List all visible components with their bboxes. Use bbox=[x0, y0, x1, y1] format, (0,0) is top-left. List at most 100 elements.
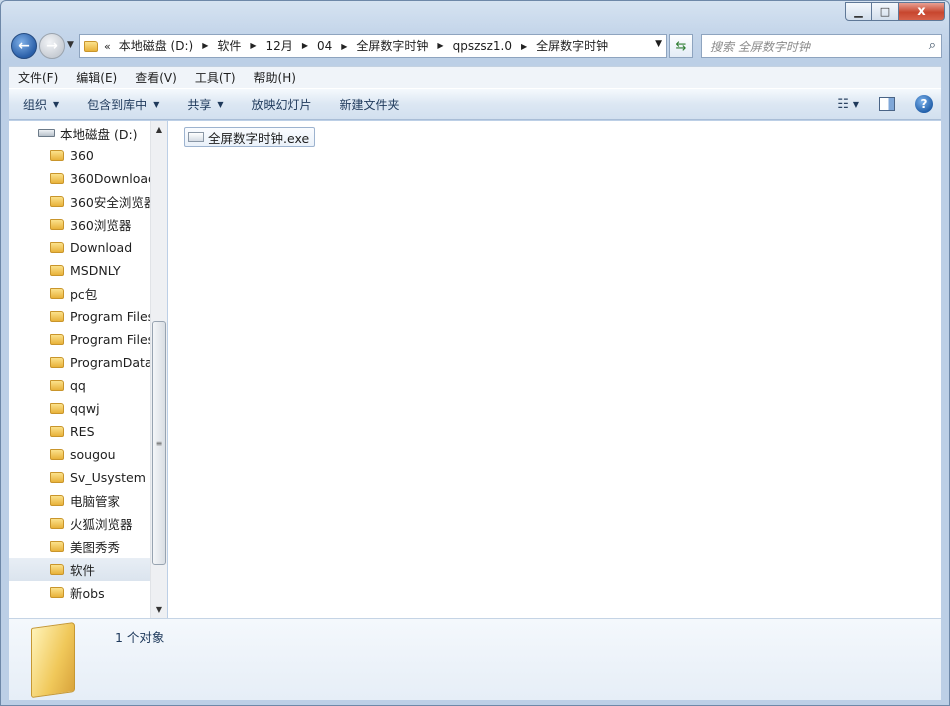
menu-help[interactable]: 帮助(H) bbox=[245, 69, 305, 86]
breadcrumb-separator-icon[interactable]: ▶ bbox=[434, 41, 446, 50]
tree-item-folder[interactable]: 360浏览器 bbox=[9, 213, 150, 236]
tree-item-folder[interactable]: qq bbox=[9, 374, 150, 397]
menu-bar: 文件(F) 编辑(E) 查看(V) 工具(T) 帮助(H) bbox=[9, 66, 941, 88]
scroll-down-icon[interactable]: ▼ bbox=[151, 601, 167, 618]
tree-item-label: 电脑管家 bbox=[70, 494, 121, 509]
tree-item-drive-d[interactable]: 本地磁盘 (D:) bbox=[9, 122, 150, 144]
search-placeholder: 搜索 全屏数字时钟 bbox=[710, 39, 810, 54]
tree-item-folder[interactable]: pc包 bbox=[9, 282, 150, 305]
breadcrumb-label: 本地磁盘 (D:) bbox=[118, 39, 194, 54]
breadcrumb-separator-icon[interactable]: ▶ bbox=[338, 42, 350, 51]
breadcrumb-label: 全屏数字时钟 bbox=[356, 39, 429, 54]
tree-item-folder[interactable]: Sv_Usystem bbox=[9, 466, 150, 489]
back-button[interactable]: ← bbox=[11, 33, 37, 59]
tree-item-folder[interactable]: Program Files bbox=[9, 305, 150, 328]
new-folder-button[interactable]: 新建文件夹 bbox=[326, 96, 414, 113]
folder-icon bbox=[50, 311, 64, 322]
address-dropdown-icon[interactable]: ▼ bbox=[655, 39, 662, 49]
tree-item-label: 本地磁盘 (D:) bbox=[60, 126, 138, 142]
menu-view[interactable]: 查看(V) bbox=[126, 69, 186, 86]
address-bar[interactable]: « 本地磁盘 (D:) ▶ 软件 ▶ 12月 ▶ 04 ▶ 全屏数字时钟 ▶ qpszsz1.0 ▶ 全… bbox=[79, 34, 667, 58]
folder-icon bbox=[50, 426, 64, 437]
tree-item-folder[interactable]: 360 bbox=[9, 144, 150, 167]
menu-tools[interactable]: 工具(T) bbox=[186, 69, 245, 86]
help-icon[interactable]: ? bbox=[915, 95, 933, 113]
tree-item-label: 软件 bbox=[70, 563, 96, 578]
folder-icon bbox=[50, 449, 64, 460]
tree-item-folder[interactable]: sougou bbox=[9, 443, 150, 466]
breadcrumb-item[interactable]: 12月 ▶ bbox=[260, 35, 311, 57]
tree-item-folder[interactable]: qqwj bbox=[9, 397, 150, 420]
breadcrumb-item[interactable]: 全屏数字时钟 bbox=[530, 35, 614, 57]
folder-icon bbox=[31, 621, 75, 699]
folder-icon bbox=[50, 265, 64, 276]
breadcrumb-separator-icon[interactable]: ▶ bbox=[299, 41, 311, 50]
menu-edit[interactable]: 编辑(E) bbox=[67, 69, 126, 86]
address-overflow[interactable]: « bbox=[98, 40, 113, 53]
tree-item-label: Program Files bbox=[70, 332, 150, 347]
breadcrumb-item[interactable]: 04 ▶ bbox=[311, 35, 350, 57]
organize-button[interactable]: 组织 ▼ bbox=[9, 96, 73, 113]
preview-pane-icon[interactable] bbox=[879, 97, 895, 111]
tree-item-folder[interactable]: 新obs bbox=[9, 581, 150, 604]
include-in-library-button[interactable]: 包含到库中 ▼ bbox=[73, 96, 173, 113]
tree-item-folder[interactable]: Program Files bbox=[9, 328, 150, 351]
tree-item-folder[interactable]: 360安全浏览器 bbox=[9, 190, 150, 213]
breadcrumb-item[interactable]: 本地磁盘 (D:) ▶ bbox=[113, 35, 212, 57]
organize-label: 组织 bbox=[23, 97, 48, 112]
minimize-button[interactable]: ▁ bbox=[845, 2, 872, 21]
navigation-pane: 本地磁盘 (D:) 360 360Download 360安全浏览器 360浏览器 Do… bbox=[9, 121, 167, 618]
breadcrumb-label: 12月 bbox=[265, 39, 293, 54]
tree-item-folder[interactable]: RES bbox=[9, 420, 150, 443]
scroll-up-icon[interactable]: ▲ bbox=[151, 121, 167, 138]
refresh-button[interactable]: ⇆ bbox=[669, 34, 693, 58]
tree-item-folder[interactable]: 软件 bbox=[9, 558, 150, 581]
recent-pages-dropdown[interactable]: ▼ bbox=[67, 40, 74, 50]
tree-item-folder[interactable]: 火狐浏览器 bbox=[9, 512, 150, 535]
tree-item-folder[interactable]: ProgramData bbox=[9, 351, 150, 374]
breadcrumb-item[interactable]: qpszsz1.0 ▶ bbox=[447, 35, 531, 57]
breadcrumb-separator-icon[interactable]: ▶ bbox=[518, 42, 530, 51]
breadcrumb-separator-icon[interactable]: ▶ bbox=[247, 41, 259, 50]
tree-item-folder[interactable]: Download bbox=[9, 236, 150, 259]
search-icon[interactable]: ⌕ bbox=[929, 38, 936, 53]
file-list: 全屏数字时钟.exe bbox=[168, 121, 941, 618]
tree-item-folder[interactable]: 360Download bbox=[9, 167, 150, 190]
breadcrumb-label: 04 bbox=[316, 39, 333, 54]
share-button[interactable]: 共享 ▼ bbox=[173, 96, 237, 113]
breadcrumb-label: 全屏数字时钟 bbox=[536, 39, 609, 54]
forward-button[interactable]: → bbox=[39, 33, 65, 59]
tree-item-folder[interactable]: 电脑管家 bbox=[9, 489, 150, 512]
tree-item-folder[interactable]: 美图秀秀 bbox=[9, 535, 150, 558]
refresh-icon: ⇆ bbox=[675, 38, 687, 54]
exe-file-icon bbox=[188, 132, 204, 142]
command-bar: 组织 ▼ 包含到库中 ▼ 共享 ▼ 放映幻灯片 新建文件夹 ☷ ▼ ? bbox=[9, 88, 941, 120]
tree-item-label: MSDNLY bbox=[70, 263, 121, 278]
file-name: 全屏数字时钟.exe bbox=[208, 130, 310, 146]
folder-icon bbox=[50, 564, 64, 575]
folder-icon bbox=[50, 219, 64, 230]
folder-icon bbox=[50, 288, 64, 299]
folder-icon bbox=[50, 334, 64, 345]
item-count: 1 个对象 bbox=[115, 630, 165, 645]
tree-item-label: 360Download bbox=[70, 171, 150, 186]
file-item[interactable]: 全屏数字时钟.exe bbox=[184, 127, 316, 147]
tree-item-label: RES bbox=[70, 424, 95, 439]
details-pane: 1 个对象 bbox=[9, 618, 941, 700]
breadcrumb-item[interactable]: 软件 ▶ bbox=[211, 35, 259, 57]
nav-pane-scrollbar[interactable]: ▲ ≡ ▼ bbox=[150, 121, 167, 618]
maximize-button[interactable]: □ bbox=[872, 2, 899, 21]
breadcrumb-separator-icon[interactable]: ▶ bbox=[199, 41, 211, 50]
breadcrumb-item[interactable]: 全屏数字时钟 ▶ bbox=[350, 35, 446, 57]
slideshow-button[interactable]: 放映幻灯片 bbox=[238, 96, 326, 113]
slideshow-label: 放映幻灯片 bbox=[251, 97, 312, 112]
search-box[interactable]: 搜索 全屏数字时钟 ⌕ bbox=[701, 34, 942, 58]
scroll-thumb[interactable]: ≡ bbox=[152, 321, 166, 565]
tree-item-folder[interactable]: MSDNLY bbox=[9, 259, 150, 282]
chevron-down-icon: ▼ bbox=[53, 99, 60, 109]
close-button[interactable]: x bbox=[899, 2, 945, 21]
menu-file[interactable]: 文件(F) bbox=[9, 69, 67, 86]
view-options-icon[interactable]: ☷ bbox=[837, 97, 849, 112]
view-dropdown-icon[interactable]: ▼ bbox=[853, 100, 859, 109]
folder-icon bbox=[50, 357, 64, 368]
